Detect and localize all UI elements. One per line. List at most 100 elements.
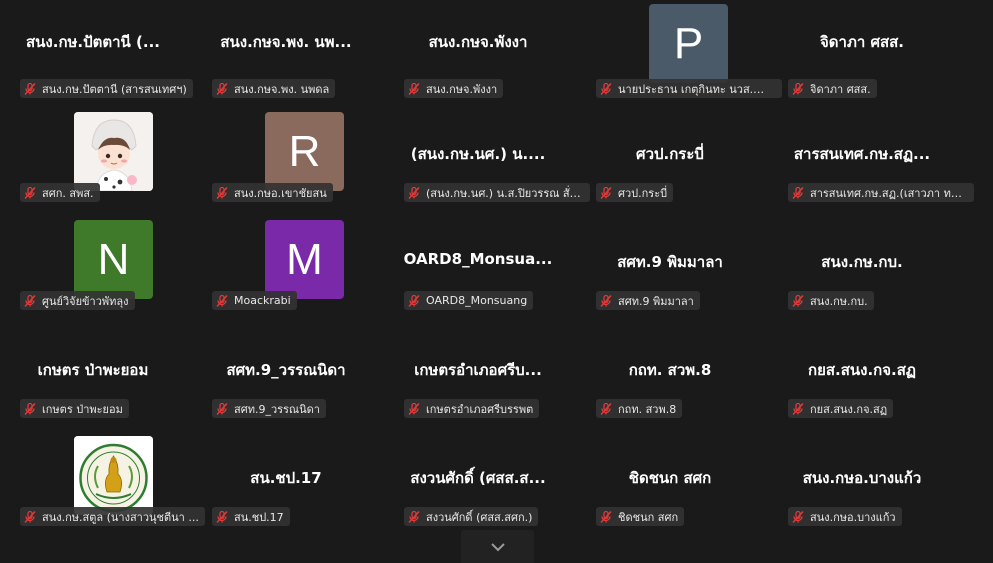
participant-tile[interactable]: สารสนเทศ.กษ.สฏ... สารสนเทศ.กษ.สฏ.(เสาวภา… bbox=[769, 104, 974, 204]
participant-name: กยส.สนง.กจ.สฏ bbox=[810, 402, 888, 416]
participant-display-name: OARD8_Monsua... bbox=[403, 250, 553, 268]
participant-name-tag: สน.ชป.17 bbox=[212, 507, 290, 526]
participant-tile[interactable]: สงวนศักดิ์ (ศสส.ส... สงวนศักดิ์ (ศสส.สศก… bbox=[385, 428, 571, 528]
participant-name-tag: กยส.สนง.กจ.สฏ bbox=[788, 399, 894, 418]
participant-tile[interactable]: P นายประธาน เกตุกินทะ นวส.ชำ... bbox=[577, 0, 782, 100]
avatar: P bbox=[649, 4, 728, 83]
seal-avatar-image bbox=[74, 436, 153, 515]
avatar: R bbox=[265, 112, 344, 191]
participant-display-name: สศท.9_วรรณนิดา bbox=[226, 361, 346, 379]
participant-name-tag: สนง.กษอ.เขาชัยสน bbox=[212, 183, 333, 202]
participant-name: สารสนเทศ.กษ.สฏ.(เสาวภา ทอง... bbox=[810, 186, 968, 200]
participant-name: กถท. สวพ.8 bbox=[618, 402, 677, 416]
participant-display-name: สน.ชป.17 bbox=[250, 469, 322, 487]
participant-name: สศก. สพส. bbox=[42, 186, 94, 200]
participant-display-name: (สนง.กษ.นศ.) น.... bbox=[410, 145, 546, 163]
participant-tile[interactable]: สน.ชป.17 สน.ชป.17 bbox=[193, 428, 379, 528]
muted-mic-icon bbox=[216, 510, 228, 523]
participant-name-tag: จิดาภา ศสส. bbox=[788, 79, 877, 98]
participant-name: สนง.กษอ.เขาชัยสน bbox=[234, 186, 327, 200]
participant-tile[interactable]: (สนง.กษ.นศ.) น.... (สนง.กษ.นศ.) น.ส.ปิยว… bbox=[385, 104, 590, 204]
participant-name: สงวนศักดิ์ (ศสส.สศก.) bbox=[426, 510, 533, 524]
muted-mic-icon bbox=[600, 294, 612, 307]
participant-name-tag: สนง.กษอ.บางแก้ว bbox=[788, 507, 902, 526]
muted-mic-icon bbox=[216, 402, 228, 415]
muted-mic-icon bbox=[24, 82, 36, 95]
participant-display-name: เกษตร ป่าพะยอม bbox=[37, 361, 149, 379]
participant-name-tag: นายประธาน เกตุกินทะ นวส.ชำ... bbox=[596, 79, 782, 98]
participant-name-tag: สศท.9_วรรณนิดา bbox=[212, 399, 326, 418]
muted-mic-icon bbox=[600, 402, 612, 415]
participant-tile[interactable]: กยส.สนง.กจ.สฏ กยส.สนง.กจ.สฏ bbox=[769, 320, 955, 420]
participant-tile[interactable]: เกษตร ป่าพะยอม เกษตร ป่าพะยอม bbox=[0, 320, 186, 420]
participant-name-tag: สนง.กษ.ปัตตานี (สารสนเทศฯ) bbox=[20, 79, 193, 98]
cartoon-avatar-image bbox=[74, 112, 153, 191]
chevron-down-icon bbox=[490, 542, 505, 551]
participant-name: ชิดชนก สศก bbox=[618, 510, 679, 524]
muted-mic-icon bbox=[600, 82, 612, 95]
participant-tile[interactable]: สนง.กษ.ปัตตานี (... สนง.กษ.ปัตตานี (สารส… bbox=[0, 0, 193, 100]
participant-name-tag: สนง.กษจ.พง. นพดล bbox=[212, 79, 336, 98]
participant-tile[interactable]: สนง.กษ.สตูล (นางสาวนุชตีนา ... bbox=[0, 428, 205, 528]
participant-name-tag: สนง.กษ.สตูล (นางสาวนุชตีนา ... bbox=[20, 507, 205, 526]
participant-name: ศูนย์วิจัยข้าวพัทลุง bbox=[42, 294, 129, 308]
muted-mic-icon bbox=[216, 186, 228, 199]
participant-name-tag: Moackrabi bbox=[212, 291, 297, 310]
muted-mic-icon bbox=[408, 294, 420, 307]
participant-gallery: สนง.กษ.ปัตตานี (... สนง.กษ.ปัตตานี (สารส… bbox=[0, 0, 993, 563]
participant-tile[interactable]: กถท. สวพ.8 กถท. สวพ.8 bbox=[577, 320, 763, 420]
muted-mic-icon bbox=[792, 294, 804, 307]
participant-name-tag: สารสนเทศ.กษ.สฏ.(เสาวภา ทอง... bbox=[788, 183, 974, 202]
participant-display-name: สนง.กษจ.พง. นพ... bbox=[220, 33, 352, 51]
muted-mic-icon bbox=[408, 186, 420, 199]
muted-mic-icon bbox=[216, 294, 228, 307]
cartoon-avatar bbox=[74, 112, 153, 191]
participant-name-tag: (สนง.กษ.นศ.) น.ส.ปิยวรรณ สั่ง... bbox=[404, 183, 590, 202]
participant-name-tag: กถท. สวพ.8 bbox=[596, 399, 683, 418]
participant-name: สนง.กษอ.บางแก้ว bbox=[810, 510, 896, 524]
muted-mic-icon bbox=[408, 510, 420, 523]
participant-name: Moackrabi bbox=[234, 294, 291, 307]
muted-mic-icon bbox=[24, 510, 36, 523]
participant-tile[interactable]: ชิดชนก สศก ชิดชนก สศก bbox=[577, 428, 763, 528]
muted-mic-icon bbox=[408, 402, 420, 415]
avatar: M bbox=[265, 220, 344, 299]
scroll-down-button[interactable] bbox=[461, 530, 534, 563]
muted-mic-icon bbox=[600, 186, 612, 199]
participant-tile[interactable]: ศวป.กระบี่ ศวป.กระบี่ bbox=[577, 104, 763, 204]
participant-name: สศท.9 พิมมาลา bbox=[618, 294, 694, 308]
participant-display-name: จิดาภา ศสส. bbox=[819, 33, 905, 51]
participant-display-name: ชิดชนก สศก bbox=[628, 469, 712, 487]
participant-tile[interactable]: สนง.กษอ.บางแก้ว สนง.กษอ.บางแก้ว bbox=[769, 428, 955, 528]
participant-tile[interactable]: สนง.กษจ.พง. นพ... สนง.กษจ.พง. นพดล bbox=[193, 0, 379, 100]
muted-mic-icon bbox=[24, 294, 36, 307]
participant-tile[interactable]: N ศูนย์วิจัยข้าวพัทลุง bbox=[0, 212, 186, 312]
participant-tile[interactable]: สนง.กษ.กบ. สนง.กษ.กบ. bbox=[769, 212, 955, 312]
muted-mic-icon bbox=[24, 402, 36, 415]
participant-tile[interactable]: R สนง.กษอ.เขาชัยสน bbox=[193, 104, 379, 204]
muted-mic-icon bbox=[24, 186, 36, 199]
participant-name: จิดาภา ศสส. bbox=[810, 82, 871, 96]
participant-name: (สนง.กษ.นศ.) น.ส.ปิยวรรณ สั่ง... bbox=[426, 186, 584, 200]
participant-tile[interactable]: M Moackrabi bbox=[193, 212, 379, 312]
participant-name: สนง.กษ.กบ. bbox=[810, 294, 868, 308]
participant-tile[interactable]: สศท.9 พิมมาลา สศท.9 พิมมาลา bbox=[577, 212, 763, 312]
muted-mic-icon bbox=[792, 186, 804, 199]
participant-tile[interactable]: เกษตรอำเภอศรีบ... เกษตรอำเภอศรีบรรพต bbox=[385, 320, 571, 420]
participant-name: สนง.กษจ.พง. นพดล bbox=[234, 82, 330, 96]
participant-name: สนง.กษจ.พังงา bbox=[426, 82, 498, 96]
participant-name-tag: สศก. สพส. bbox=[20, 183, 100, 202]
participant-name-tag: ชิดชนก สศก bbox=[596, 507, 685, 526]
participant-name: สนง.กษ.ปัตตานี (สารสนเทศฯ) bbox=[42, 82, 187, 96]
participant-name-tag: สงวนศักดิ์ (ศสส.สศก.) bbox=[404, 507, 539, 526]
participant-tile[interactable]: สศท.9_วรรณนิดา สศท.9_วรรณนิดา bbox=[193, 320, 379, 420]
participant-tile[interactable]: จิดาภา ศสส. จิดาภา ศสส. bbox=[769, 0, 955, 100]
participant-display-name: สนง.กษอ.บางแก้ว bbox=[802, 469, 922, 487]
participant-tile[interactable]: OARD8_Monsua... OARD8_Monsuang bbox=[385, 212, 571, 312]
muted-mic-icon bbox=[792, 82, 804, 95]
participant-tile[interactable]: สศก. สพส. bbox=[0, 104, 186, 204]
seal-avatar bbox=[74, 436, 153, 515]
participant-tile[interactable]: สนง.กษจ.พังงา สนง.กษจ.พังงา bbox=[385, 0, 571, 100]
participant-display-name: สนง.กษ.ปัตตานี (... bbox=[26, 33, 160, 51]
participant-name-tag: สศท.9 พิมมาลา bbox=[596, 291, 700, 310]
